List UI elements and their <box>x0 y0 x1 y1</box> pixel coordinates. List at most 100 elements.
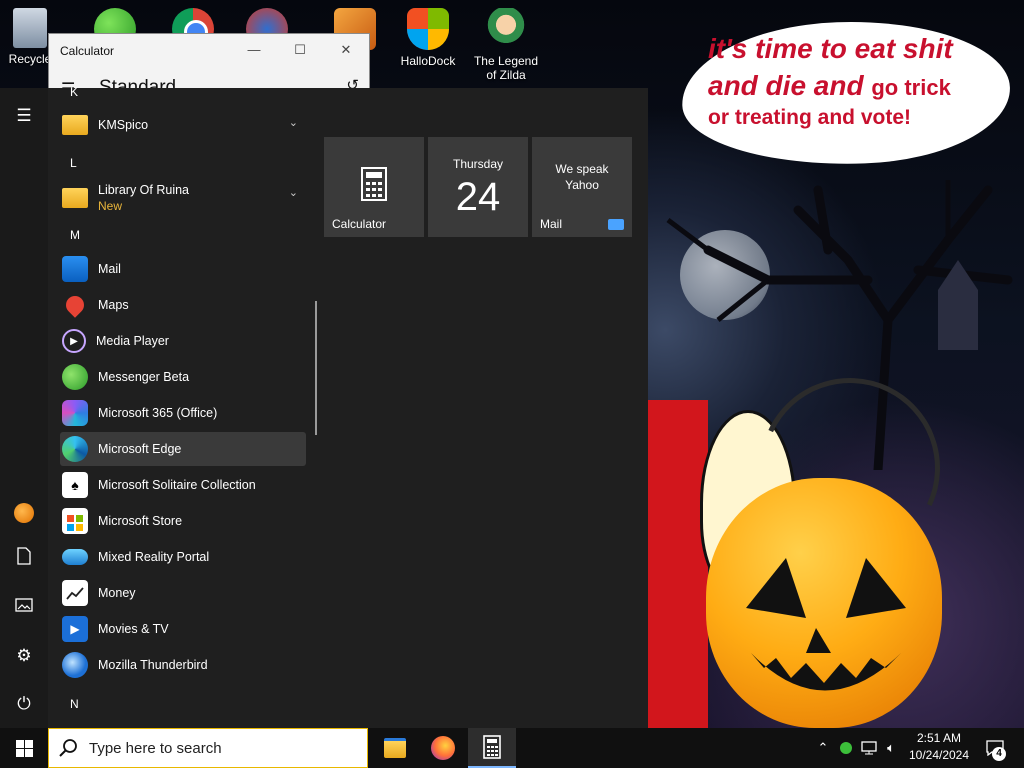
caption-line-3: or treating and vote! <box>708 105 912 129</box>
app-label: Movies & TV <box>98 622 169 636</box>
taskbar-file-explorer[interactable] <box>371 728 419 768</box>
red-character-graphic <box>648 400 708 728</box>
folder-icon <box>62 188 88 208</box>
desktop-icon-legend-of-zilda[interactable]: The Legend of Zilda <box>468 2 544 82</box>
calendar-day: Thursday <box>452 157 504 171</box>
app-label: Microsoft 365 (Office) <box>98 406 218 420</box>
letter-header-l[interactable]: L <box>70 156 77 170</box>
app-movies-tv[interactable]: ▶ Movies & TV <box>60 612 306 646</box>
tile-calendar[interactable]: Thursday 24 <box>428 137 528 237</box>
thunderbird-icon <box>62 652 88 678</box>
pictures-icon[interactable] <box>0 588 48 628</box>
mail-icon <box>62 256 88 282</box>
film-icon: ▶ <box>62 616 88 642</box>
app-microsoft-edge[interactable]: Microsoft Edge <box>60 432 306 466</box>
maximize-button[interactable]: ☐ <box>277 38 323 62</box>
desktop-icon-hallodock[interactable]: HalloDock <box>390 2 466 68</box>
office-icon <box>62 400 88 426</box>
app-solitaire[interactable]: ♠ Microsoft Solitaire Collection <box>60 468 306 502</box>
taskbar-search-box[interactable] <box>48 728 368 768</box>
letter-header-n[interactable]: N <box>70 697 79 711</box>
caption-line-2b: go trick <box>871 74 951 100</box>
app-label: Mozilla Thunderbird <box>98 658 208 672</box>
mail-preview-line-2: Yahoo <box>565 178 599 192</box>
app-library-of-ruina[interactable]: Library Of Ruina New ⌄ <box>60 178 306 218</box>
desktop-icon-label: Recycle <box>8 52 52 66</box>
app-label: Microsoft Solitaire Collection <box>98 478 256 492</box>
calculator-window[interactable]: Calculator — ☐ ✕ ☰ Standard ↺ <box>48 33 370 98</box>
app-list-scrollbar[interactable] <box>315 301 317 435</box>
network-icon[interactable] <box>858 728 880 768</box>
search-icon <box>49 738 87 758</box>
app-kmspico[interactable]: KMSpico ⌄ <box>60 108 306 142</box>
settings-icon[interactable]: ⚙ <box>0 636 48 676</box>
app-microsoft-365[interactable]: Microsoft 365 (Office) <box>60 396 306 430</box>
minimize-button[interactable]: — <box>231 38 277 62</box>
app-label: Maps <box>98 298 129 312</box>
documents-icon[interactable] <box>0 540 48 580</box>
hamburger-icon[interactable]: ☰ <box>0 96 48 136</box>
calculator-icon <box>361 167 387 201</box>
letter-header-k[interactable]: K <box>70 85 78 99</box>
app-microsoft-store[interactable]: Microsoft Store <box>60 504 306 538</box>
chevron-down-icon[interactable]: ⌄ <box>289 186 298 199</box>
tile-calculator[interactable]: Calculator <box>324 137 424 237</box>
edge-icon <box>62 436 88 462</box>
start-button[interactable] <box>0 728 48 768</box>
jack-o-lantern-graphic <box>706 478 942 728</box>
windows-logo-icon <box>407 8 449 50</box>
app-money[interactable]: Money <box>60 576 306 610</box>
taskbar-firefox[interactable] <box>419 728 467 768</box>
taskbar: ⌃ 🔈︎ 2:51 AM 10/24/2024 <box>0 728 1024 768</box>
app-messenger-beta[interactable]: Messenger Beta <box>60 360 306 394</box>
file-explorer-icon <box>384 738 406 758</box>
user-avatar-icon[interactable] <box>0 492 48 532</box>
app-label: Messenger Beta <box>98 370 190 384</box>
show-hidden-icons-chevron-up-icon[interactable]: ⌃ <box>812 728 834 768</box>
app-mail[interactable]: Mail <box>60 252 306 286</box>
app-mixed-reality-portal[interactable]: Mixed Reality Portal <box>60 540 306 574</box>
caption-line-1: it's time to eat shit <box>708 33 953 64</box>
desktop-icon-label: HalloDock <box>400 54 456 68</box>
app-label: Media Player <box>96 334 169 348</box>
app-mozilla-thunderbird[interactable]: Mozilla Thunderbird <box>60 648 306 682</box>
window-title: Calculator <box>60 44 115 58</box>
chevron-down-icon[interactable]: ⌄ <box>289 116 298 129</box>
tile-mail[interactable]: We speak Yahoo Mail <box>532 137 632 237</box>
play-icon: ▶ <box>62 329 86 353</box>
app-label: Microsoft Store <box>98 514 183 528</box>
folder-icon <box>62 115 88 135</box>
vr-headset-icon <box>62 549 88 565</box>
caption-line-2a: and die and <box>708 69 864 101</box>
map-pin-icon <box>62 292 88 318</box>
calculator-icon <box>483 735 501 759</box>
speech-bubble-text: it's time to eat shit and die and go tri… <box>708 33 998 129</box>
app-label: KMSpico <box>98 118 149 132</box>
search-input[interactable] <box>87 738 351 758</box>
app-label: Mail <box>98 262 121 276</box>
mail-preview-line-1: We speak <box>555 162 609 176</box>
start-menu: ☰ ⚙ ⏻ K KMSpico ⌄ L Library Of Ruina New … <box>0 85 648 728</box>
volume-icon[interactable]: 🔈︎ <box>880 728 902 768</box>
calendar-date: 24 <box>455 175 501 219</box>
store-bag-icon <box>62 508 88 534</box>
messenger-people-icon <box>62 364 88 390</box>
playing-cards-icon: ♠ <box>62 472 88 498</box>
messenger-tray-icon[interactable] <box>836 728 856 768</box>
app-label: Mixed Reality Portal <box>98 550 210 564</box>
power-icon[interactable]: ⏻ <box>0 684 48 724</box>
clock-time: 2:51 AM <box>916 731 962 745</box>
taskbar-calculator[interactable] <box>468 728 516 768</box>
app-media-player[interactable]: ▶ Media Player <box>60 324 306 358</box>
app-maps[interactable]: Maps <box>60 288 306 322</box>
app-label: Library Of Ruina <box>98 183 190 197</box>
desktop-icon-label: The Legend of Zilda <box>473 54 539 82</box>
recycle-bin-icon <box>13 8 47 48</box>
taskbar-clock[interactable]: 2:51 AM 10/24/2024 <box>900 730 978 764</box>
mail-preview: We speak Yahoo <box>532 161 632 193</box>
new-badge: New <box>98 199 123 213</box>
app-label: Microsoft Edge <box>98 442 182 456</box>
close-button[interactable]: ✕ <box>323 38 369 62</box>
letter-header-m[interactable]: M <box>70 228 80 242</box>
tile-label: Mail <box>540 217 563 231</box>
